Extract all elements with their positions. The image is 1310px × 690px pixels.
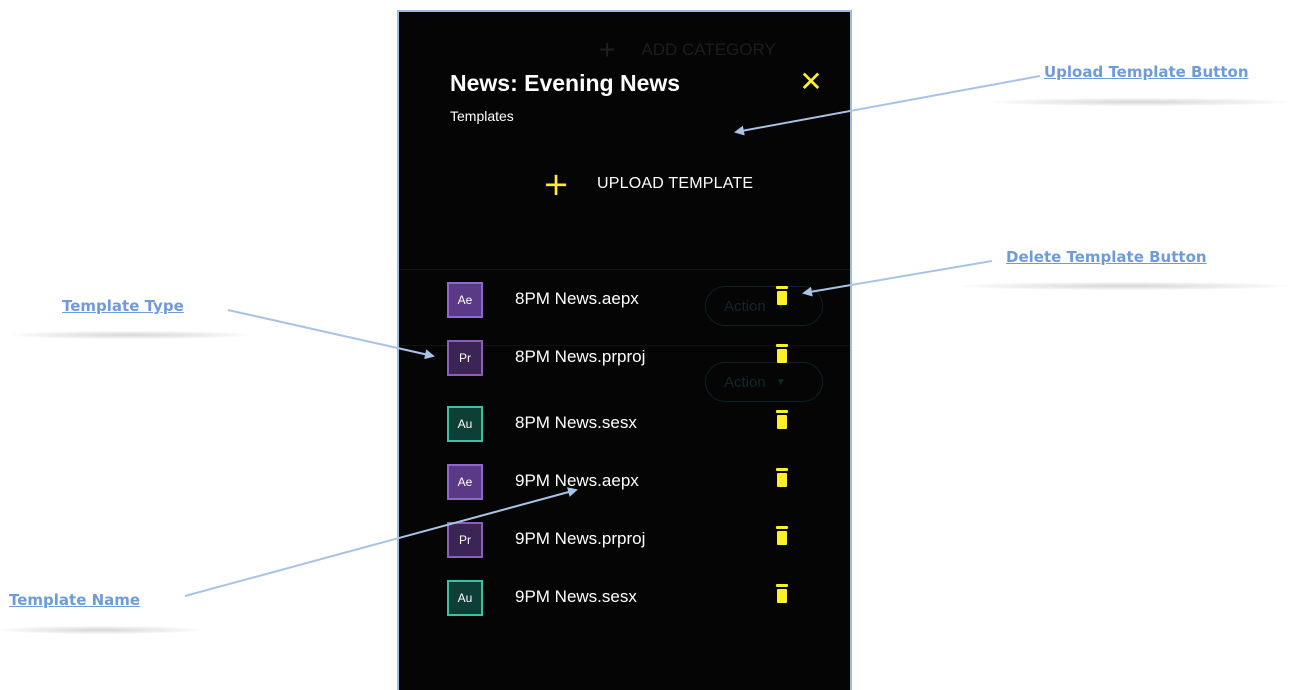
template-type-badge: Ae bbox=[447, 464, 483, 500]
template-name: 8PM News.aepx bbox=[515, 289, 639, 308]
background-plus-icon: + bbox=[599, 34, 616, 65]
trash-icon[interactable] bbox=[775, 344, 789, 366]
annotation-shadow bbox=[10, 331, 250, 339]
annotation-template-type: Template Type bbox=[62, 297, 184, 315]
trash-icon[interactable] bbox=[775, 584, 789, 606]
template-type-badge: Au bbox=[447, 406, 483, 442]
upload-template-label: UPLOAD TEMPLATE bbox=[597, 175, 754, 192]
upload-template-button[interactable]: + UPLOAD TEMPLATE bbox=[542, 168, 753, 200]
plus-icon: + bbox=[542, 165, 570, 203]
template-name: 9PM News.sesx bbox=[515, 587, 637, 606]
annotation-template-name: Template Name bbox=[9, 591, 141, 609]
background-action-label: Action bbox=[724, 373, 766, 391]
divider bbox=[399, 269, 850, 270]
template-row: Pr 9PM News.prproj bbox=[399, 522, 850, 558]
background-add-category-label: ADD CATEGORY bbox=[641, 40, 776, 59]
panel-subtitle: Templates bbox=[450, 108, 514, 124]
background-add-category: + ADD CATEGORY bbox=[599, 34, 776, 66]
annotation-upload-template-button: Upload Template Button bbox=[1044, 63, 1249, 81]
template-type-badge: Ae bbox=[447, 282, 483, 318]
chevron-down-icon: ▼ bbox=[775, 376, 786, 388]
template-row: Ae 8PM News.aepx bbox=[399, 282, 850, 318]
trash-icon[interactable] bbox=[775, 410, 789, 432]
panel-title: News: Evening News bbox=[450, 70, 681, 96]
template-name: 9PM News.aepx bbox=[515, 471, 639, 490]
annotation-delete-template-button: Delete Template Button bbox=[1006, 248, 1207, 266]
template-type-badge: Au bbox=[447, 580, 483, 616]
template-row: Pr 8PM News.prproj bbox=[399, 340, 850, 376]
close-icon[interactable]: ✕ bbox=[797, 68, 825, 96]
template-name: 9PM News.prproj bbox=[515, 529, 646, 548]
template-row: Ae 9PM News.aepx bbox=[399, 464, 850, 500]
template-name: 8PM News.prproj bbox=[515, 347, 646, 366]
templates-panel: + ADD CATEGORY Action ▼ Action ▼ News: E… bbox=[397, 10, 852, 690]
trash-icon[interactable] bbox=[775, 468, 789, 490]
trash-icon[interactable] bbox=[775, 526, 789, 548]
trash-icon[interactable] bbox=[775, 286, 789, 308]
annotation-shadow bbox=[990, 98, 1290, 106]
annotation-shadow bbox=[0, 626, 200, 634]
template-row: Au 8PM News.sesx bbox=[399, 406, 850, 442]
template-name: 8PM News.sesx bbox=[515, 413, 637, 432]
template-type-badge: Pr bbox=[447, 522, 483, 558]
annotation-shadow bbox=[960, 282, 1290, 290]
template-row: Au 9PM News.sesx bbox=[399, 580, 850, 616]
template-type-badge: Pr bbox=[447, 340, 483, 376]
